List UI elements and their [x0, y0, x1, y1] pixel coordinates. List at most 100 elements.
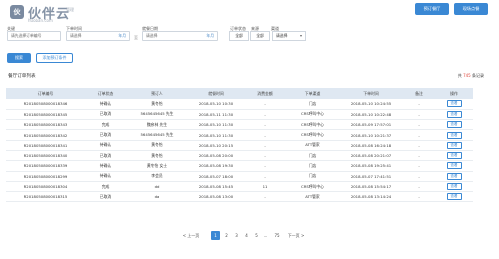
page-last-button[interactable]: 75 [271, 231, 283, 240]
reserve-restaurant-button[interactable]: 预订餐厅 [415, 3, 449, 15]
table-header-row: 订单编号 订单状态 预订人 就餐时间 消费金额 下单渠道 下单时间 备注 操作 [6, 88, 473, 99]
cell-order-time: 2018-05-09 17:57:01 [350, 122, 392, 128]
total-records: 共 745 条记录 [458, 73, 484, 79]
cell-order-time: 2018-05-07 17:41:51 [350, 173, 392, 179]
table-row: R20180508000018346 待确认 黄冬怡 2018-05-10 10:30… [6, 99, 473, 110]
cell-action: 查看 [435, 120, 473, 130]
next-page-button[interactable]: 下一页 > [285, 231, 307, 240]
table-row: R20180508000018299 待确认 李会员 2018-05-07 18:00… [6, 171, 473, 182]
cell-booker: 黄冬怡 女士 [146, 162, 168, 168]
page-1-button[interactable]: 1 [211, 231, 220, 240]
chevron-down-icon: ▾ [299, 33, 302, 38]
table-row: R20180508000018345 已取消 5645645645 先生 2018-0… [6, 109, 473, 120]
cell-dining-time: 2018-05-08 13:00 [198, 194, 234, 200]
cell-booker: 魏彦林 先生 [146, 121, 168, 127]
cell-booker: 5645645645 先生 [140, 111, 174, 117]
cell-order-time: 2018-05-08 19:25:41 [350, 163, 392, 169]
cell-remark: - [418, 101, 420, 107]
view-order-button[interactable]: 查看 [446, 100, 462, 108]
cell-status: 已取消 [99, 193, 112, 199]
view-order-button[interactable]: 查看 [446, 152, 462, 160]
col-amount: 消费金额 [257, 90, 273, 96]
calendar-link-2[interactable]: 年月 [206, 32, 214, 40]
view-order-button[interactable]: 查看 [446, 172, 462, 180]
prev-page-button[interactable]: < 上一页 [180, 231, 202, 240]
cell-booker: 黄冬怡 [151, 152, 163, 158]
source-all-button[interactable]: 全部 [250, 31, 270, 41]
cell-status: 待确认 [99, 162, 112, 168]
range-separator: 至 [134, 35, 138, 40]
cell-order-time: 2018-05-10 10:22:48 [350, 111, 392, 117]
cell-status: 已取消 [99, 152, 112, 158]
cell-dining-time: 2018-05-08 19:30 [198, 163, 234, 169]
col-remark: 备注 [415, 90, 423, 96]
cell-status: 完成 [101, 121, 110, 127]
walkin-order-button[interactable]: 现场点餐 [454, 3, 488, 15]
cell-action: 查看 [435, 109, 473, 119]
table-row: R20180508000018343 完成 魏彦林 先生 2018-05-10 11:… [6, 120, 473, 130]
cell-channel: 门店 [308, 162, 317, 168]
cell-channel: ATT管家 [305, 142, 320, 148]
cell-order-time: 2018-05-08 16:24:18 [350, 142, 392, 148]
cell-amount: - [264, 173, 266, 179]
cell-dining-time: 2018-05-11 11:30 [198, 111, 234, 117]
cell-dining-time: 2018-05-10 11:30 [198, 132, 234, 138]
cell-order-time: 2018-05-10 10:21:37 [350, 132, 392, 138]
cell-order-no: R20180508000018346 [23, 101, 68, 107]
cell-amount: - [264, 142, 266, 148]
cell-order-time: 2018-05-08 15:54:17 [350, 184, 392, 190]
page-ellipsis: ... [263, 233, 268, 238]
view-order-button[interactable]: 查看 [446, 193, 462, 201]
view-order-button[interactable]: 查看 [446, 110, 462, 118]
cell-status: 已取消 [99, 132, 112, 138]
cell-channel: 门店 [308, 100, 317, 106]
order-no-placeholder: 请先选择订单编号 [11, 33, 42, 38]
cell-order-no: R20180508000018339 [23, 163, 68, 169]
status-all-button[interactable]: 全部 [229, 31, 249, 41]
order-time-input[interactable]: 请选择 年月 [66, 31, 130, 41]
cell-remark: - [418, 153, 420, 159]
view-order-button[interactable]: 查看 [446, 141, 462, 149]
cell-channel: CRS呼叫中心 [301, 111, 324, 117]
cell-order-no: R20180508000018304 [23, 184, 68, 190]
cell-remark: - [418, 194, 420, 200]
cell-amount: - [264, 101, 266, 107]
col-channel: 下单渠道 [304, 90, 321, 96]
view-order-button[interactable]: 查看 [446, 162, 462, 170]
dining-date-input[interactable]: 请选择 年月 [142, 31, 218, 41]
view-order-button[interactable]: 查看 [446, 183, 462, 191]
page-2-button[interactable]: 2 [222, 231, 231, 240]
cell-remark: - [418, 132, 420, 138]
cell-action: 查看 [435, 99, 473, 109]
view-order-button[interactable]: 查看 [446, 131, 462, 139]
cell-action: 查看 [435, 181, 473, 191]
cell-status: 完成 [101, 183, 110, 189]
cell-order-no: R20180508000018343 [23, 122, 68, 128]
cell-amount: - [264, 122, 266, 128]
calendar-link[interactable]: 年月 [118, 32, 126, 40]
table-row: R20180508000018339 待确认 黄冬怡 女士 2018-05-08 19… [6, 161, 473, 172]
page-5-button[interactable]: 5 [252, 231, 261, 240]
cell-order-time: 2018-05-08 13:14:24 [350, 194, 392, 200]
cell-remark: - [418, 184, 420, 190]
orders-table: 订单编号 订单状态 预订人 就餐时间 消费金额 下单渠道 下单时间 备注 操作 … [6, 88, 473, 202]
page-4-button[interactable]: 4 [242, 231, 251, 240]
channel-select[interactable]: 请选择 ▾ [272, 31, 306, 41]
cell-order-no: R20180508000018315 [23, 194, 68, 200]
cell-channel: ATT管家 [305, 193, 320, 199]
total-count: 745 [463, 73, 471, 78]
cell-remark: - [418, 163, 420, 169]
order-no-input[interactable]: 请先选择订单编号 [7, 31, 61, 41]
add-condition-button[interactable]: 添加预订条件 [36, 53, 73, 63]
cell-booker: 5645645645 先生 [140, 132, 174, 138]
view-order-button[interactable]: 查看 [446, 121, 462, 129]
cell-channel: CRS呼叫中心 [301, 132, 324, 138]
cell-dining-time: 2018-05-08 20:00 [198, 153, 234, 159]
cell-dining-time: 2018-05-10 10:30 [198, 101, 234, 107]
search-button[interactable]: 搜索 [7, 53, 31, 63]
list-title: 餐厅订单列表 [8, 74, 36, 79]
cell-remark: - [418, 142, 420, 148]
col-order-no: 订单编号 [37, 90, 54, 96]
page-3-button[interactable]: 3 [232, 231, 241, 240]
cell-channel: CRS呼叫中心 [301, 121, 324, 127]
